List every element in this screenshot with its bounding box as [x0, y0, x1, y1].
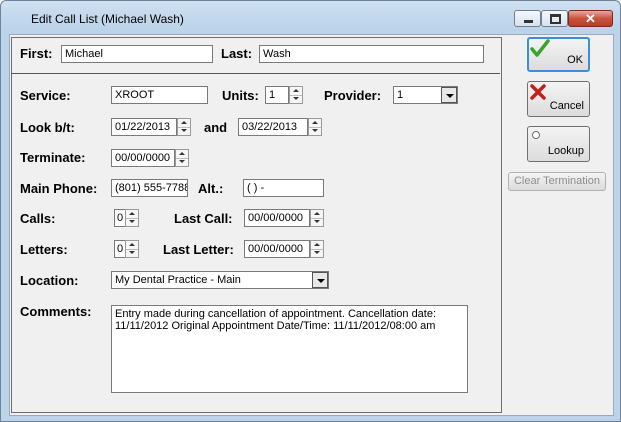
letters-label: Letters: [20, 242, 68, 257]
units-spinner[interactable] [289, 86, 303, 104]
alt-phone-label: Alt.: [198, 181, 224, 196]
spin-down-icon[interactable] [309, 127, 321, 135]
service-field[interactable]: XROOT [111, 86, 208, 104]
last-call-spinner[interactable] [310, 209, 324, 227]
main-phone-field[interactable]: (801) 555-7788 [111, 179, 188, 197]
ok-button[interactable]: OK [527, 37, 590, 72]
lookup-label: Lookup [547, 145, 584, 157]
spin-down-icon[interactable] [290, 95, 302, 103]
provider-dropdown-icon[interactable] [441, 87, 457, 103]
last-letter-label: Last Letter: [163, 242, 234, 257]
look-from-date-field[interactable]: 01/22/2013 [111, 118, 177, 136]
calls-spinner[interactable] [125, 209, 139, 227]
spin-down-icon[interactable] [126, 218, 138, 226]
first-name-label: First: [20, 46, 53, 61]
last-letter-date-field[interactable]: 00/00/0000 [244, 240, 310, 258]
minimize-icon [524, 20, 533, 23]
calls-label: Calls: [20, 211, 56, 226]
lookup-button[interactable]: Lookup [527, 126, 590, 162]
window-title: Edit Call List (Michael Wash) [31, 12, 184, 26]
location-label: Location: [20, 273, 79, 288]
terminate-spinner[interactable] [175, 149, 189, 167]
clear-termination-label: Clear Termination [513, 175, 600, 187]
first-name-field[interactable]: Michael [61, 45, 213, 63]
last-call-date-field[interactable]: 00/00/0000 [244, 209, 310, 227]
close-icon: ✕ [585, 11, 596, 26]
location-dropdown-icon[interactable] [312, 272, 328, 288]
terminate-label: Terminate: [20, 150, 86, 165]
title-bar[interactable]: Edit Call List (Michael Wash) ✕ [1, 1, 620, 35]
name-separator [11, 73, 500, 74]
location-select[interactable]: My Dental Practice - Main [111, 271, 329, 289]
spin-down-icon[interactable] [126, 249, 138, 257]
look-from-spinner[interactable] [177, 118, 191, 136]
maximize-button[interactable] [541, 10, 568, 27]
maximize-icon [550, 14, 561, 24]
clear-termination-button[interactable]: Clear Termination [508, 172, 606, 191]
last-name-label: Last: [221, 46, 253, 61]
minimize-button[interactable] [514, 10, 541, 27]
provider-label: Provider: [324, 88, 382, 103]
cancel-button[interactable]: Cancel [527, 81, 590, 117]
look-to-date-field[interactable]: 03/22/2013 [238, 118, 308, 136]
units-label: Units: [222, 88, 259, 103]
main-phone-label: Main Phone: [20, 181, 98, 196]
cancel-label: Cancel [549, 100, 584, 112]
terminate-date-field[interactable]: 00/00/0000 [111, 149, 175, 167]
alt-phone-field[interactable]: ( ) - [243, 179, 324, 197]
spin-down-icon[interactable] [178, 127, 190, 135]
units-field[interactable]: 1 [265, 86, 289, 104]
spin-down-icon[interactable] [176, 158, 188, 166]
edit-call-list-window: Edit Call List (Michael Wash) ✕ First: M… [0, 0, 621, 422]
close-button[interactable]: ✕ [568, 10, 613, 27]
last-call-label: Last Call: [174, 211, 233, 226]
red-x-icon [530, 84, 546, 100]
spin-down-icon[interactable] [311, 249, 323, 257]
and-label: and [204, 120, 228, 135]
dialog-body: First: Michael Last: Wash Service: XROOT… [9, 34, 614, 416]
spin-down-icon[interactable] [311, 218, 323, 226]
checkmark-icon [530, 39, 550, 57]
comments-label: Comments: [20, 304, 92, 319]
comments-textarea[interactable]: Entry made during cancellation of appoin… [111, 305, 468, 393]
last-name-field[interactable]: Wash [259, 45, 484, 63]
service-label: Service: [20, 88, 71, 103]
look-between-label: Look b/t: [20, 120, 75, 135]
letters-spinner[interactable] [125, 240, 139, 258]
look-to-spinner[interactable] [308, 118, 322, 136]
last-letter-spinner[interactable] [310, 240, 324, 258]
ok-label: OK [567, 54, 583, 66]
lookup-icon [532, 131, 540, 139]
